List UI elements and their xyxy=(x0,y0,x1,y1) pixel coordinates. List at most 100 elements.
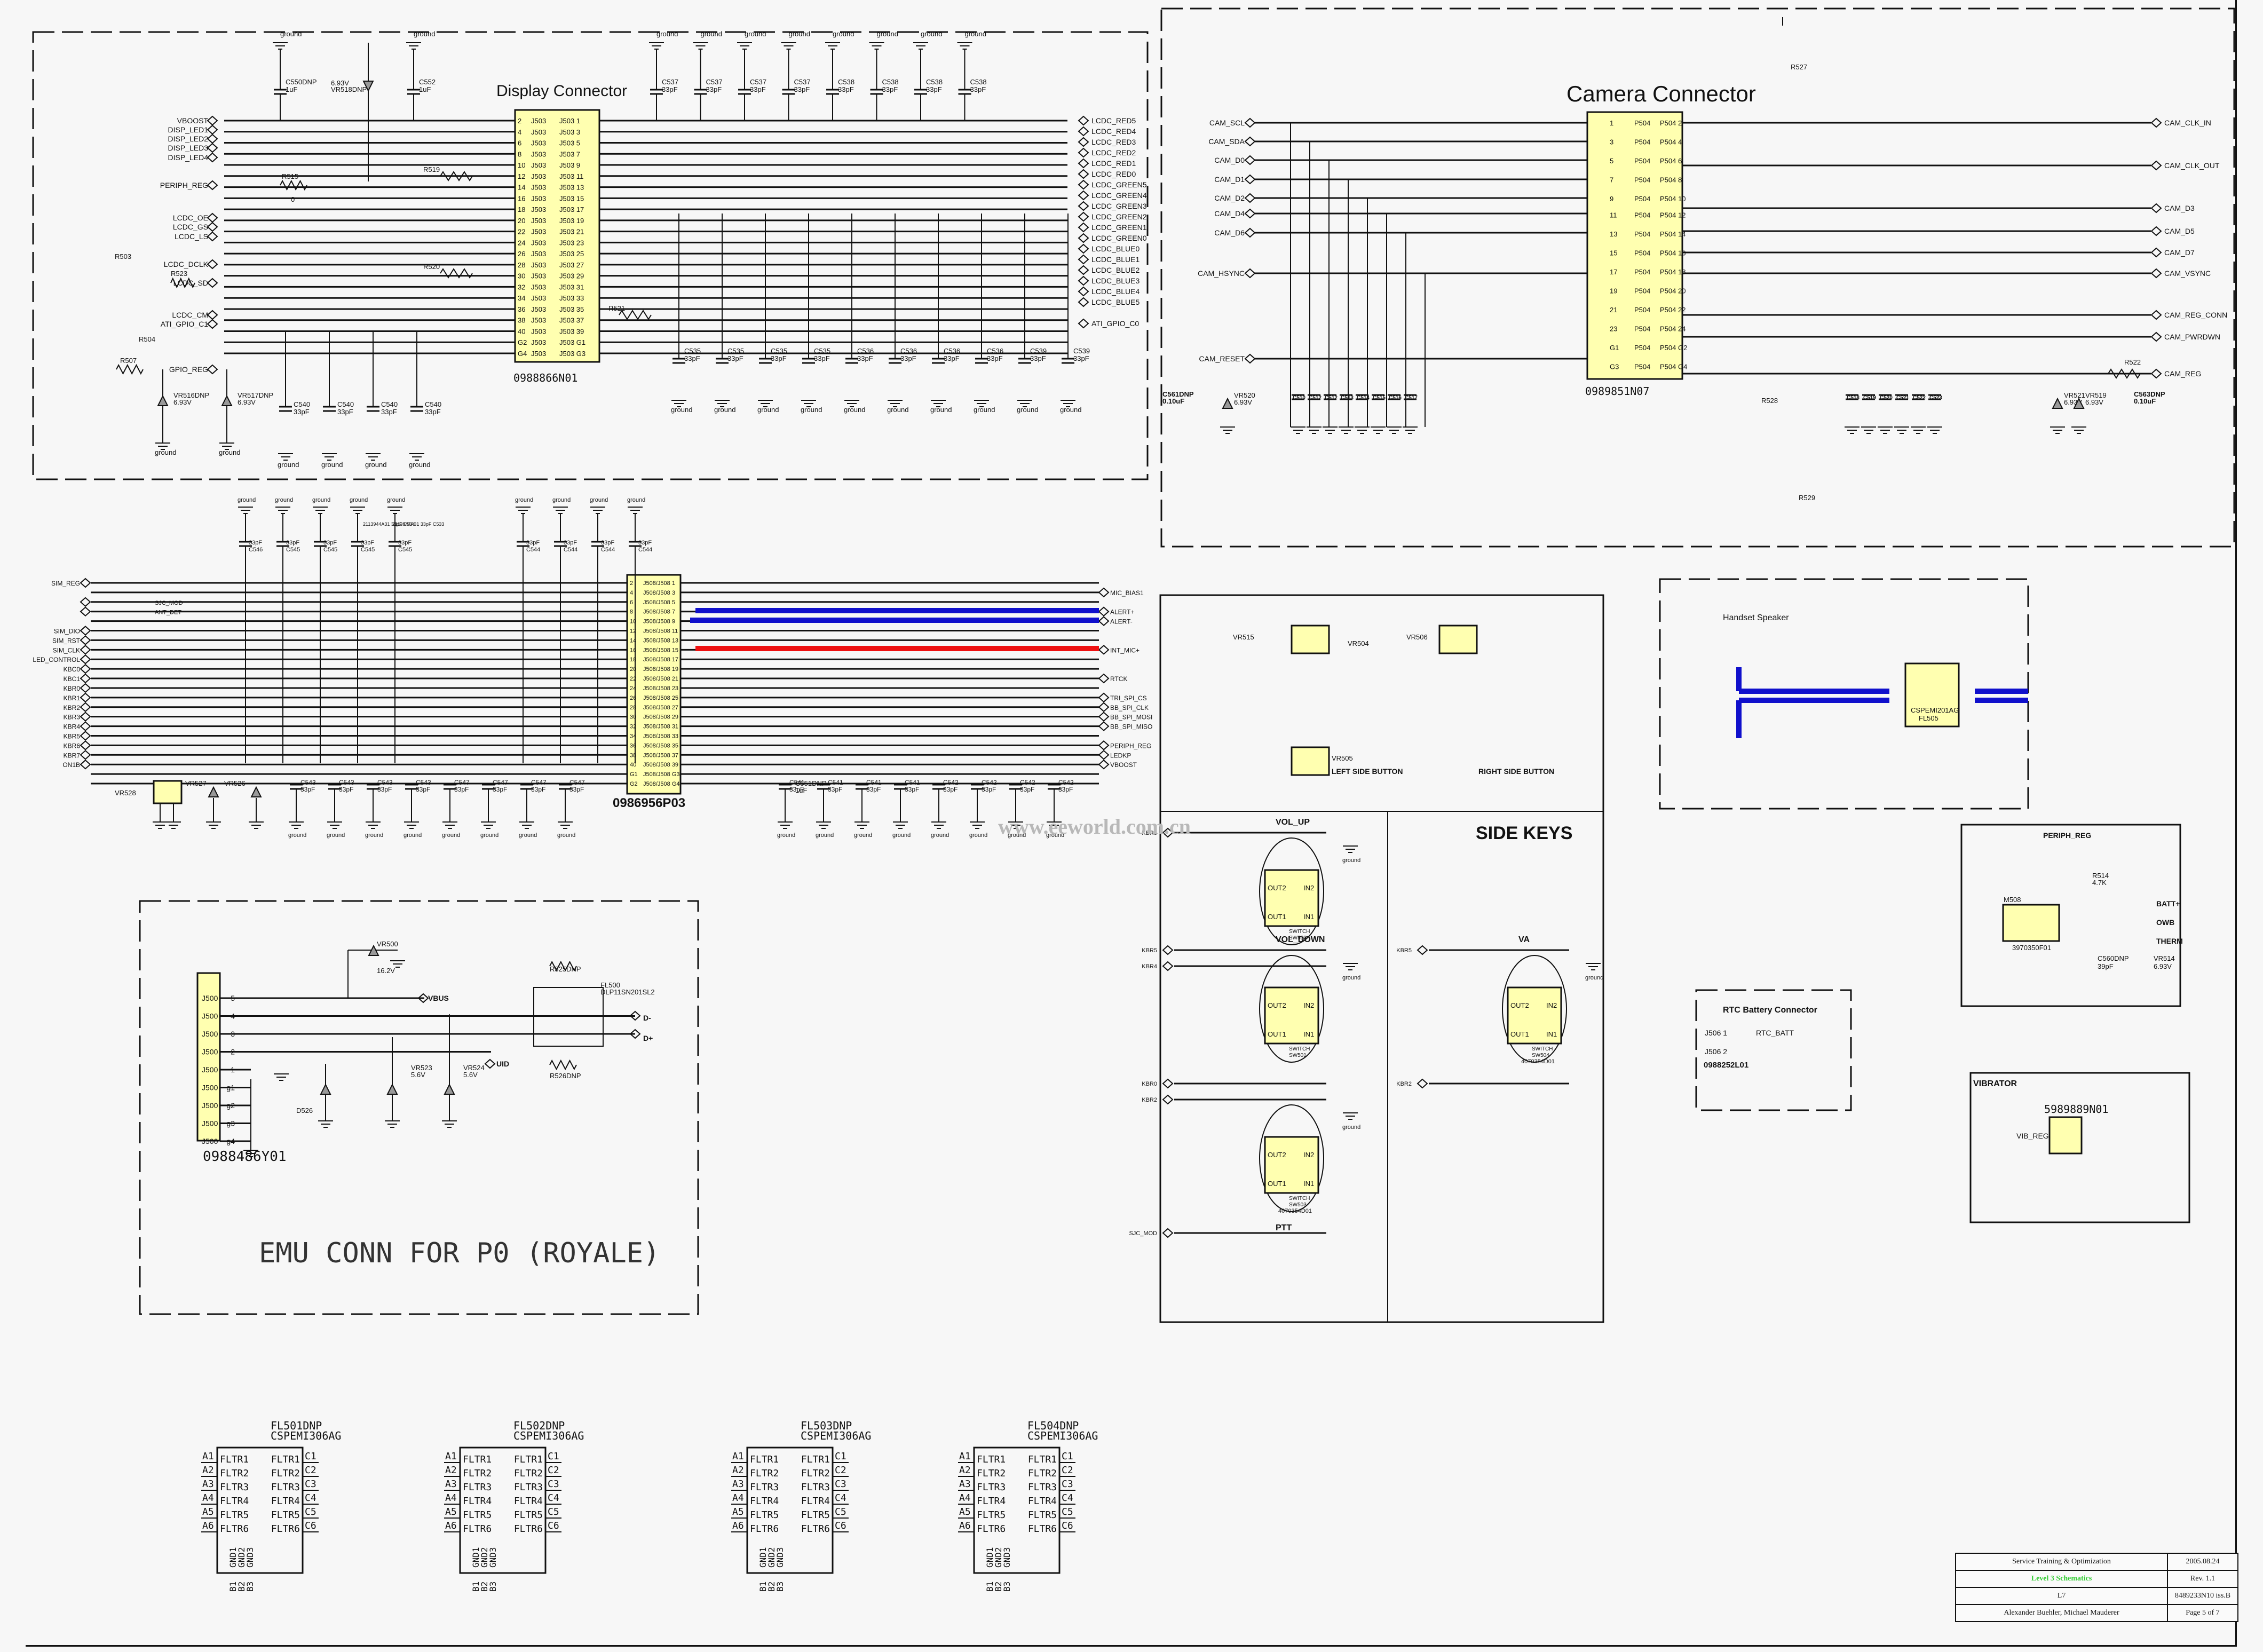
camera-pin-ref: P504 xyxy=(1634,157,1650,165)
display-pin-right: J503 11 xyxy=(559,172,583,180)
r522-ref: R522 xyxy=(2124,358,2141,366)
j500-pin-ref: J500 xyxy=(202,1119,218,1128)
ground-label: ground xyxy=(1342,1124,1360,1131)
left-side-button-label: LEFT SIDE BUTTON xyxy=(1332,767,1403,776)
display-pin-left: 38 xyxy=(518,317,525,325)
display-net-right: LCDC_RED5 xyxy=(1091,116,1136,125)
display-pin-ref: J503 xyxy=(531,327,546,335)
filter-pin-c: C6 xyxy=(835,1520,846,1531)
filter-part: CSPEMI306AG xyxy=(271,1429,341,1442)
ground-label: ground xyxy=(877,30,898,38)
filter-pin-a: A1 xyxy=(445,1451,457,1462)
board-pin-right: J508/J508 35 xyxy=(643,742,678,749)
switch-pin-out1: OUT1 xyxy=(1268,1030,1286,1038)
switch-net-port xyxy=(1417,1078,1428,1089)
board-pin-left: 2 xyxy=(630,580,633,587)
board-net-right: ALERT- xyxy=(1110,618,1133,626)
camera-net-right: CAM_VSYNC xyxy=(2164,269,2211,278)
filter-pin-right: FLTR6 xyxy=(514,1523,543,1535)
camera-pin-ref: P504 xyxy=(1634,230,1650,238)
filter-pin-left: FLTR1 xyxy=(463,1454,492,1465)
board-net-port xyxy=(1098,740,1110,750)
camera-pin-left: 23 xyxy=(1610,325,1617,333)
display-pin-ref: J503 xyxy=(531,161,546,169)
board-pin-right: J508/J508 29 xyxy=(643,714,678,721)
camera-net-left: CAM_D6 xyxy=(1214,228,1245,237)
camera-pin-ref: P504 xyxy=(1634,344,1650,352)
camera-cap-ref: C523 xyxy=(1929,395,1942,401)
display-net-port xyxy=(1078,137,1089,147)
filter-part: CSPEMI306AG xyxy=(513,1429,584,1442)
display-pin-ref: J503 xyxy=(531,194,546,202)
net-dminus: D- xyxy=(643,1014,651,1022)
filter-pin-left: FLTR2 xyxy=(220,1468,249,1479)
camera-pin-ref: P504 xyxy=(1634,176,1650,184)
display-pin-left: 34 xyxy=(518,294,525,302)
display-part-number: 0988866N01 xyxy=(513,371,577,384)
filter-pin-c: C4 xyxy=(305,1492,316,1504)
camera-pin-ref: P504 xyxy=(1634,363,1650,371)
board-pin-left: 6 xyxy=(630,599,633,606)
cap-ref: C536 xyxy=(944,347,960,355)
board-net-port xyxy=(80,702,91,713)
cap-value: 33pF xyxy=(425,408,441,416)
camera-net-port xyxy=(1244,193,1256,203)
filter-pin-c: C4 xyxy=(1062,1492,1073,1504)
display-net-left: DISP_LED1 xyxy=(168,125,209,134)
cap-value: 33pF xyxy=(750,85,766,93)
switch-pin-in1: IN1 xyxy=(1546,1030,1557,1038)
board-connector-part: 0986956P03 xyxy=(613,796,685,810)
board-net-port xyxy=(1098,712,1110,722)
filter-pin-a: A4 xyxy=(445,1492,457,1504)
display-net-port xyxy=(207,310,218,320)
filter-pin-left: FLTR4 xyxy=(220,1496,249,1507)
board-top-part: 2113944A31 33pF C533 xyxy=(392,521,444,527)
cap-ref: C538 xyxy=(970,78,987,86)
filter-pin-a: A3 xyxy=(445,1479,457,1490)
ground-label: ground xyxy=(590,497,608,503)
camera-net-port xyxy=(1244,136,1256,147)
display-pin-right: J503 33 xyxy=(559,294,584,302)
display-pin-left: 4 xyxy=(518,128,521,136)
right-side-button-label: RIGHT SIDE BUTTON xyxy=(1478,767,1554,776)
display-net-port xyxy=(1078,147,1089,158)
cap-ref: C550DNP xyxy=(286,78,317,86)
display-net-left: LCDC_DCLK xyxy=(164,260,209,268)
board-net-right: MIC_BIAS1 xyxy=(1110,589,1144,597)
filter-pin-left: FLTR3 xyxy=(977,1482,1006,1493)
display-pin-ref: J503 xyxy=(531,338,546,346)
display-pin-right: J503 13 xyxy=(559,184,584,192)
cap-ref: C537 xyxy=(706,78,723,86)
display-net-port xyxy=(1078,297,1089,307)
switch-pin-in2: IN2 xyxy=(1303,884,1314,892)
cap-value: 33pF xyxy=(377,786,392,793)
board-pin-left: G2 xyxy=(630,781,638,787)
switch-pin-out1: OUT1 xyxy=(1268,1180,1286,1188)
display-pin-ref: J503 xyxy=(531,172,546,180)
cap-value: 33pF xyxy=(794,85,810,93)
vr506-array xyxy=(1438,625,1478,654)
camera-pin-right: P504 6 xyxy=(1660,157,1682,165)
ground-label: ground xyxy=(403,832,422,839)
r527-ref: R527 xyxy=(1791,63,1807,71)
battery-periph-label: PERIPH_REG xyxy=(2043,831,2091,840)
ground-label: ground xyxy=(387,497,405,503)
ground-label: ground xyxy=(833,30,854,38)
cap-value: 33pF xyxy=(381,408,397,416)
camera-net-right: CAM_CLK_OUT xyxy=(2164,161,2220,170)
filter-pin-right: FLTR1 xyxy=(1028,1454,1057,1465)
cap-ref: C544 xyxy=(564,547,577,553)
filter-pin-left: FLTR2 xyxy=(750,1468,779,1479)
camera-net-port xyxy=(2150,331,2162,342)
camera-pin-ref: P504 xyxy=(1634,119,1650,127)
display-net-left: DISP_LED3 xyxy=(168,144,209,152)
board-net-port xyxy=(80,578,91,588)
display-net-right: LCDC_RED0 xyxy=(1091,170,1136,178)
j500-pin-ref: J500 xyxy=(202,1084,218,1092)
display-net-left: GPIO_REG xyxy=(169,365,208,374)
camera-net-port xyxy=(2150,268,2162,279)
filter-pin-a: A2 xyxy=(202,1465,214,1476)
camera-cap-ref: C514 xyxy=(1357,395,1370,401)
display-net-right: LCDC_BLUE4 xyxy=(1091,287,1140,296)
title-authors: Alexander Buehler, Michael Mauderer xyxy=(1955,1604,2168,1622)
